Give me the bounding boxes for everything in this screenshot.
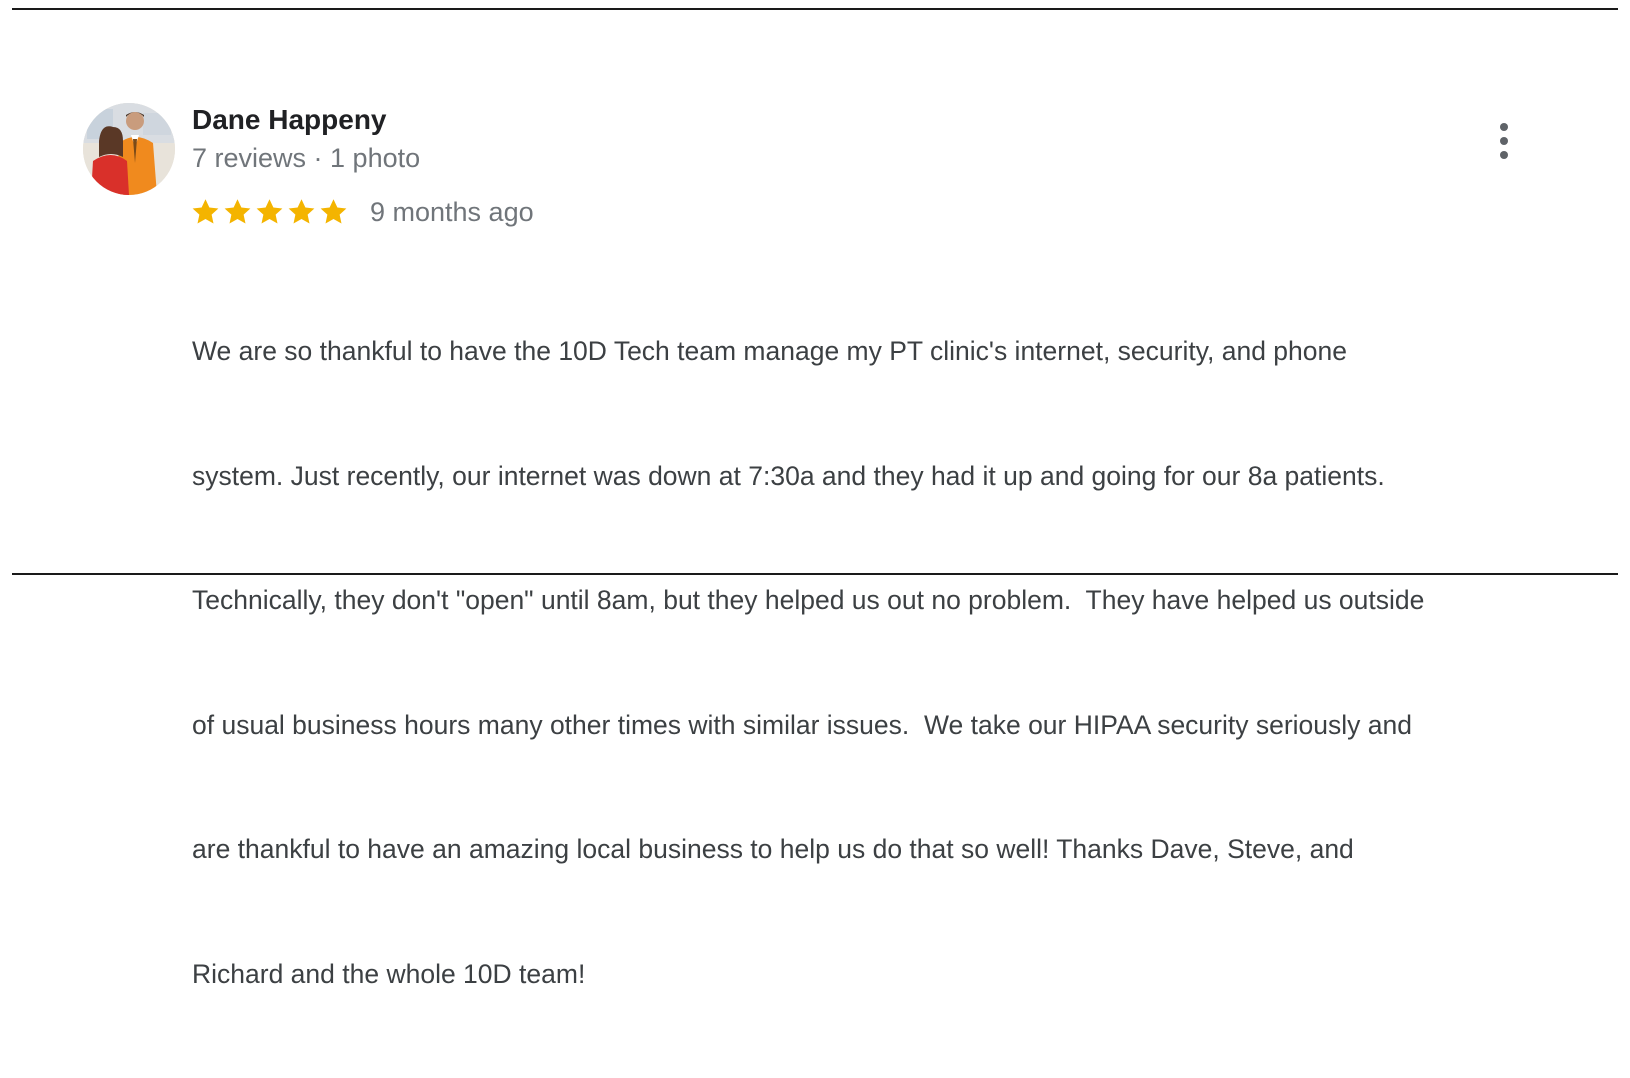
- more-vert-icon: [1500, 123, 1508, 159]
- avatar-photo: [83, 103, 175, 195]
- avatar[interactable]: [83, 103, 175, 195]
- review-text-line: Technically, they don't "open" until 8am…: [192, 585, 1425, 615]
- more-options-button[interactable]: [1488, 118, 1520, 164]
- top-divider: [12, 8, 1618, 10]
- star-rating: [190, 197, 350, 227]
- reviewer-meta[interactable]: 7 reviews · 1 photo: [192, 143, 420, 174]
- review-text-line: are thankful to have an amazing local bu…: [192, 834, 1354, 864]
- review-time: 9 months ago: [370, 196, 534, 227]
- review-text-line: of usual business hours many other times…: [192, 709, 1412, 740]
- review-text-line: We are so thankful to have the 10D Tech …: [192, 336, 1348, 366]
- review-text-line: system. Just recently, our internet was …: [192, 460, 1385, 491]
- bottom-divider: [12, 573, 1618, 575]
- star-icon: [190, 197, 221, 227]
- review-text-line: Richard and the whole 10D team!: [192, 958, 586, 989]
- star-icon: [222, 197, 253, 227]
- star-icon: [254, 197, 285, 227]
- review-text: We are so thankful to have the 10D Tech …: [192, 248, 1592, 1078]
- star-icon: [318, 197, 349, 227]
- star-icon: [286, 197, 317, 227]
- rating-row: 9 months ago: [190, 195, 534, 229]
- reviewer-name[interactable]: Dane Happeny: [192, 104, 387, 136]
